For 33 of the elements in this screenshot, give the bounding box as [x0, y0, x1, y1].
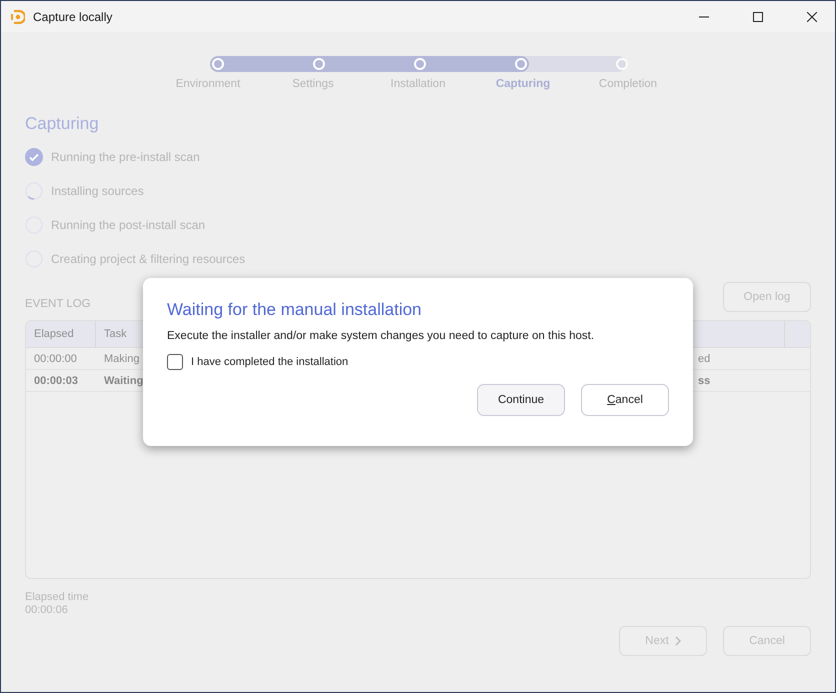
section-heading: Capturing	[25, 114, 100, 134]
app-logo-icon	[11, 10, 25, 24]
table-cell: 00:00:03	[34, 374, 78, 386]
task-label: Running the post-install scan	[51, 218, 206, 232]
step-dot	[616, 58, 628, 70]
table-cell: ed	[698, 352, 710, 364]
continue-button[interactable]: Continue	[477, 384, 565, 416]
table-cell: Making	[104, 352, 140, 364]
dialog-message: Execute the installer and/or make system changes you need to capture on this host.	[167, 330, 596, 342]
task-label: Running the pre-install scan	[51, 150, 200, 164]
table-cell: Waiting	[104, 374, 144, 386]
table-cell: 00:00:00	[34, 352, 77, 364]
column-header: Elapsed	[34, 328, 74, 340]
task-label: Creating project & filtering resources	[51, 252, 246, 266]
step-dot	[515, 58, 527, 70]
dialog-title: Waiting for the manual installation	[167, 300, 423, 320]
step-label: Capturing	[494, 78, 552, 90]
table-cell: ss	[698, 374, 710, 386]
step-dot	[313, 58, 325, 70]
close-icon	[807, 12, 817, 22]
checkbox[interactable]	[167, 354, 183, 370]
checkbox-label[interactable]: I have completed the installation	[191, 356, 348, 368]
task-label: Installing sources	[51, 184, 144, 198]
column-header: Task	[104, 328, 127, 340]
section-label: EVENT LOG	[25, 298, 91, 310]
chevron-right-icon	[674, 636, 681, 646]
check-circle-icon	[25, 148, 43, 166]
cancel-button[interactable]: Cancel	[581, 384, 669, 416]
step-dot	[414, 58, 426, 70]
maximize-icon	[753, 12, 763, 22]
spinner-icon	[25, 182, 43, 200]
window-title: Capture locally	[33, 10, 114, 24]
step-dot	[212, 58, 224, 70]
